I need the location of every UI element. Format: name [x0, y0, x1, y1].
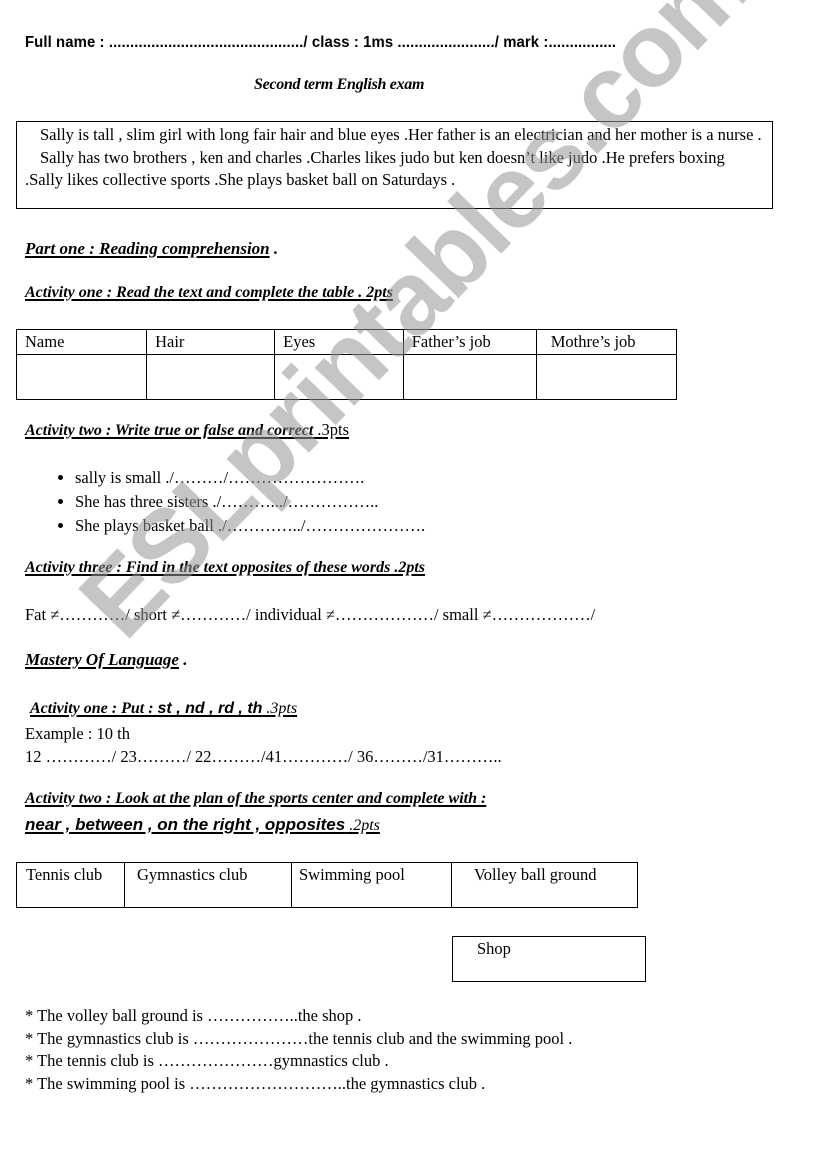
place-volley-ball-ground: Volley ball ground: [451, 862, 638, 908]
list-item[interactable]: sally is small ./………/…………………….: [75, 466, 425, 490]
table-cell-name[interactable]: [15, 354, 148, 400]
activity-one-heading: Activity one : Read the text and complet…: [25, 284, 393, 301]
sentence-item[interactable]: * The tennis club is …………………gymnastics c…: [25, 1050, 572, 1073]
class-field[interactable]: ......................./: [393, 34, 499, 51]
table-cell-fathers-job[interactable]: [402, 354, 537, 400]
part-one-heading: Part one : Reading comprehension .: [25, 239, 279, 258]
table-header-eyes: Eyes: [274, 329, 404, 355]
prepositions-word-bank: near , between , on the right , opposite…: [25, 815, 380, 834]
passage-paragraph: Sally is tall , slim girl with long fair…: [40, 125, 762, 144]
mastery-activity-two-heading: Activity two : Look at the plan of the s…: [25, 790, 487, 807]
opposites-line[interactable]: Fat ≠…………/ short ≠…………/ individual ≠……………: [25, 605, 595, 625]
sports-center-plan: Tennis club Gymnastics club Swimming poo…: [16, 862, 638, 908]
sentence-item[interactable]: * The volley ball ground is ……………..the s…: [25, 1005, 572, 1028]
mark-field[interactable]: ................: [548, 34, 616, 51]
place-tennis-club: Tennis club: [16, 862, 125, 908]
class-label: class : 1ms: [307, 34, 394, 51]
table-cell-hair[interactable]: [146, 354, 276, 400]
ordinal-example: Example : 10 th: [25, 724, 130, 743]
mark-label: mark :: [498, 34, 549, 51]
student-info-line: Full name : ............................…: [25, 34, 616, 52]
sentence-item[interactable]: * The swimming pool is ………………………..the gy…: [25, 1073, 572, 1096]
table-header-hair: Hair: [146, 329, 276, 355]
activity-three-heading: Activity three : Find in the text opposi…: [25, 559, 425, 576]
mastery-heading: Mastery Of Language .: [25, 650, 188, 669]
table-cell-eyes[interactable]: [274, 354, 404, 400]
full-name-label: Full name :: [25, 34, 105, 51]
place-swimming-pool: Swimming pool: [291, 862, 452, 908]
sentence-item[interactable]: * The gymnastics club is …………………the tenn…: [25, 1028, 572, 1051]
ordinal-exercise-line[interactable]: 12 …………/ 23………/ 22………/41…………/ 36………/31………: [25, 747, 502, 767]
table-header-mothers-job: Mothre’s job: [535, 329, 678, 355]
activity-two-heading: Activity two : Write true or false and c…: [25, 420, 350, 439]
mastery-activity-one-heading: Activity one : Put : st , nd , rd , th .…: [30, 700, 298, 717]
table-header-name: Name: [15, 329, 148, 355]
reading-passage: Sally is tall , slim girl with long fair…: [16, 121, 773, 209]
place-shop: Shop: [452, 936, 646, 982]
table-header-fathers-job: Father’s job: [402, 329, 537, 355]
passage-paragraph: Sally has two brothers , ken and charles…: [25, 147, 725, 190]
list-item[interactable]: She plays basket ball ./…………../………………….: [75, 514, 425, 538]
list-item[interactable]: She has three sisters ./……….../……………..: [75, 490, 425, 514]
prepositions-sentences: * The volley ball ground is ……………..the s…: [25, 1005, 572, 1095]
full-name-field[interactable]: ........................................…: [109, 34, 308, 51]
place-gymnastics-club: Gymnastics club: [124, 862, 292, 908]
exam-title: Second term English exam: [254, 76, 425, 93]
true-false-list: sally is small ./………/……………………. She has t…: [50, 466, 425, 538]
traits-table: Name Hair Eyes Father’s job Mothre’s job: [15, 329, 678, 400]
table-cell-mothers-job[interactable]: [535, 354, 678, 400]
